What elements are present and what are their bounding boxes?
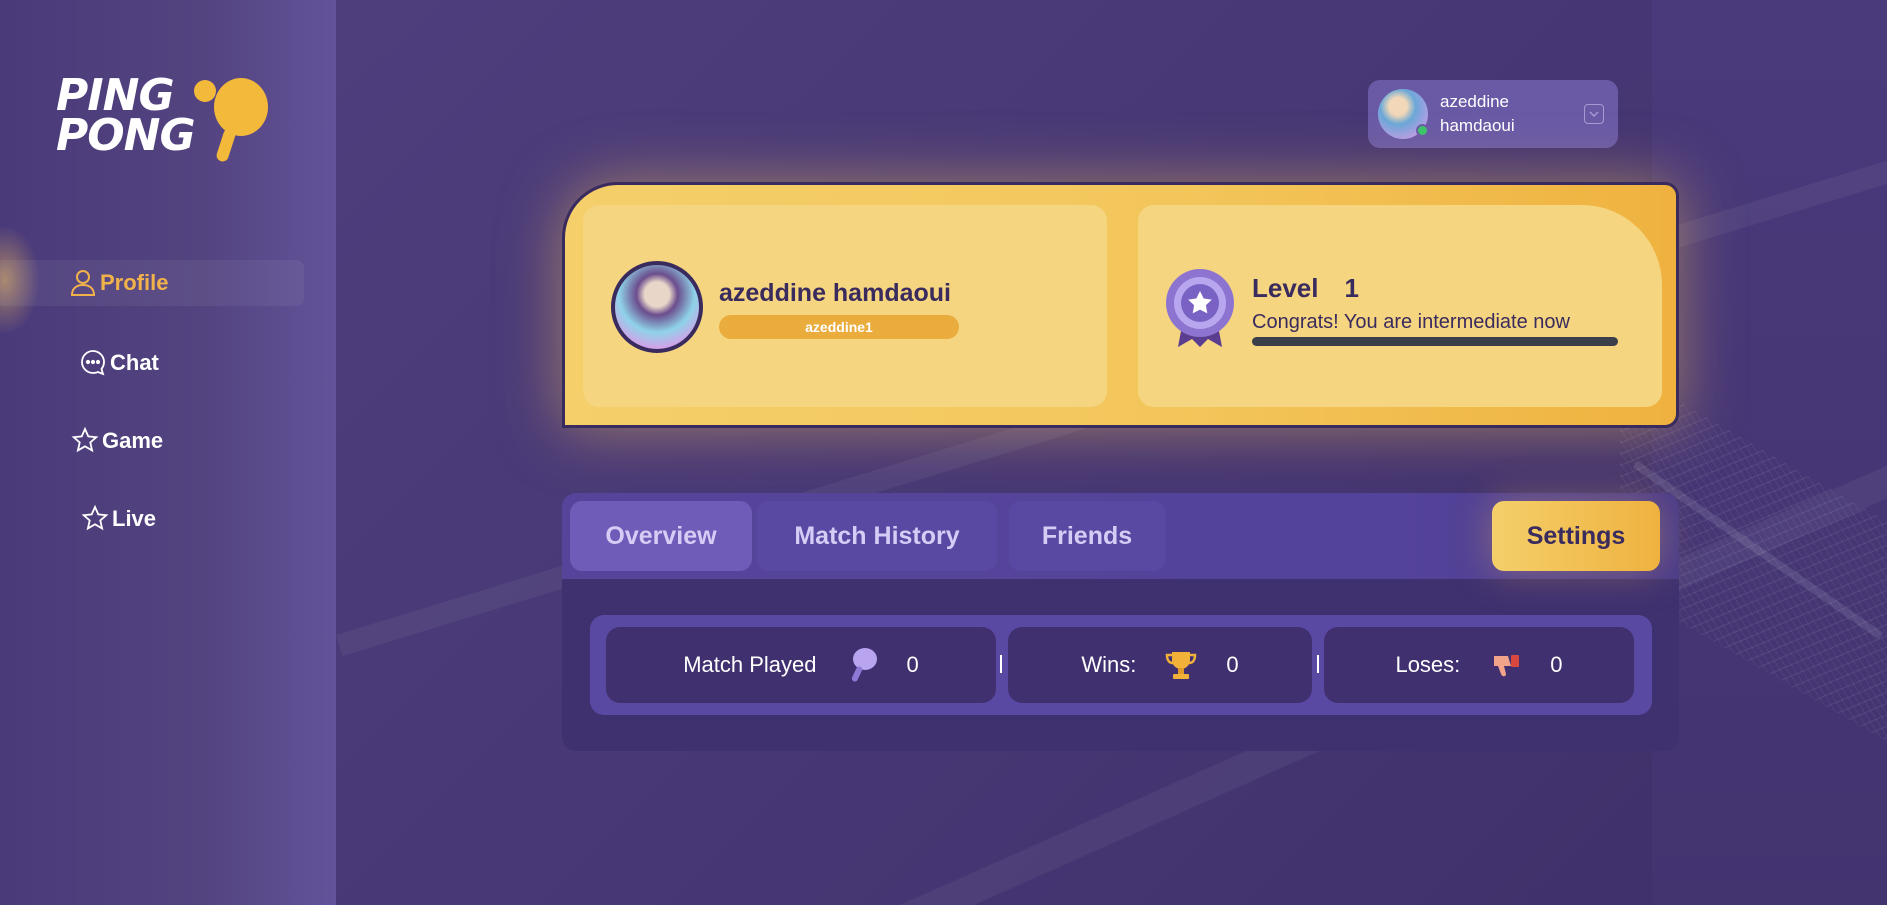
stat-match-played: Match Played 0: [606, 627, 996, 703]
level-card: Level 1 Congrats! You are intermediate n…: [1138, 205, 1662, 407]
profile-banner: azeddine hamdaoui azeddine1 Level 1 Cong…: [562, 182, 1679, 428]
level-progress-bar: [1252, 337, 1618, 346]
stat-wins: Wins: 0: [1008, 627, 1312, 703]
sidebar-item-live[interactable]: Live: [0, 496, 304, 542]
sidebar-item-game[interactable]: Game: [0, 418, 304, 464]
star-icon: [70, 424, 100, 458]
settings-button[interactable]: Settings: [1492, 501, 1660, 571]
level-label: Level: [1252, 273, 1319, 303]
stat-label: Match Played: [683, 652, 817, 677]
ribbon-badge-icon: [1166, 269, 1234, 347]
stat-label: Loses:: [1395, 652, 1461, 677]
sidebar-item-profile[interactable]: Profile: [0, 260, 304, 306]
trophy-icon: [1166, 652, 1197, 679]
user-menu[interactable]: azeddine hamdaoui: [1368, 80, 1618, 148]
chevron-down-icon[interactable]: [1584, 104, 1604, 124]
thumbs-down-icon: [1494, 655, 1520, 677]
stat-separator: [1000, 655, 1002, 673]
tab-overview[interactable]: Overview: [570, 501, 752, 571]
stats-bar: Match Played 0 Wins: 0 Loses: 0: [590, 615, 1652, 715]
stat-value: 0: [906, 652, 919, 677]
level-title: Level 1: [1252, 273, 1359, 304]
stat-value: 0: [1226, 652, 1239, 677]
star-icon: [80, 502, 110, 536]
profile-full-name: azeddine hamdaoui: [719, 279, 951, 307]
sidebar-item-label: Chat: [110, 350, 159, 375]
avatar: [611, 261, 703, 353]
sidebar-item-label: Profile: [100, 270, 169, 295]
profile-tabs-panel: Overview Match History Friends Settings …: [562, 493, 1679, 751]
ping-pong-logo[interactable]: PING PONG: [56, 74, 276, 166]
tab-match-history[interactable]: Match History: [757, 501, 997, 571]
sidebar-item-label: Live: [112, 506, 157, 531]
user-first-name: azeddine: [1440, 92, 1510, 111]
tab-friends[interactable]: Friends: [1009, 501, 1165, 571]
level-message: Congrats! You are intermediate now: [1252, 311, 1570, 333]
level-value: 1: [1344, 273, 1359, 303]
stat-value: 0: [1550, 652, 1563, 677]
ball-icon: [194, 80, 216, 102]
stat-loses: Loses: 0: [1324, 627, 1634, 703]
sidebar-item-chat[interactable]: Chat: [0, 340, 304, 386]
sidebar-item-label: Game: [102, 428, 164, 453]
avatar: [1378, 89, 1429, 139]
username-badge: azeddine1: [719, 315, 959, 339]
user-icon: [68, 266, 98, 300]
tab-bar: Overview Match History Friends Settings: [562, 493, 1679, 579]
paddle-icon: [214, 78, 268, 136]
stat-label: Wins:: [1081, 652, 1137, 677]
ping-pong-paddle-icon: [851, 648, 877, 682]
user-name: azeddine hamdaoui: [1440, 90, 1570, 138]
user-last-name: hamdaoui: [1440, 116, 1515, 135]
chat-bubble-icon: [78, 346, 108, 380]
online-status-dot: [1416, 124, 1429, 137]
profile-card: azeddine hamdaoui azeddine1: [583, 205, 1107, 407]
sidebar: PING PONG Profile Chat Game Live: [0, 0, 336, 905]
stat-separator: [1317, 655, 1319, 673]
